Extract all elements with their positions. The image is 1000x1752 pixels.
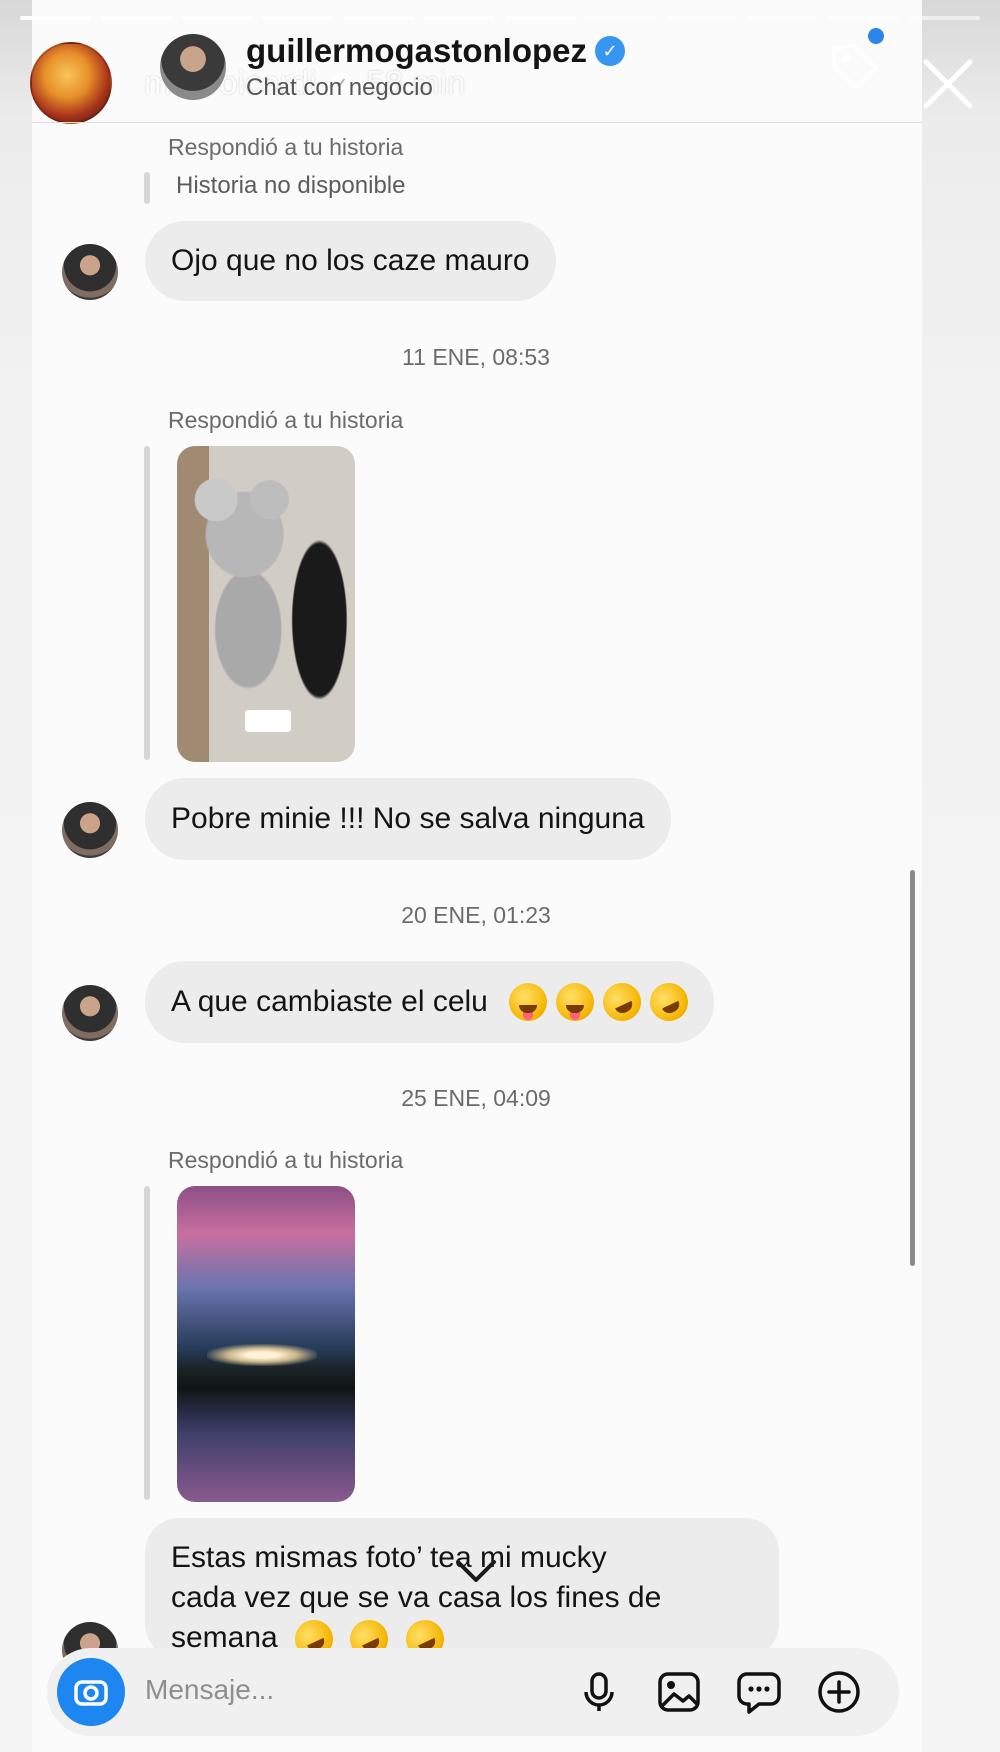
chevron-down-icon[interactable] xyxy=(452,1554,500,1588)
story-avatar[interactable] xyxy=(30,42,112,124)
chat-header[interactable]: guillermogastonlopez ✓ xyxy=(246,32,626,70)
message-bubble[interactable]: Pobre minie !!! No se salva ninguna xyxy=(145,778,671,860)
message-text: Ojo que no los caze mauro xyxy=(171,244,530,277)
reply-bar xyxy=(144,172,150,204)
progress-segment xyxy=(20,16,91,20)
timestamp: 11 ENE, 08:53 xyxy=(402,344,550,370)
progress-segment xyxy=(343,16,415,20)
rolling-laughing-emoji xyxy=(596,976,648,1028)
story-thumbnail[interactable] xyxy=(177,1186,355,1502)
story-thumbnail[interactable] xyxy=(177,446,355,762)
avatar[interactable] xyxy=(62,802,118,858)
timestamp: 20 ENE, 01:23 xyxy=(401,902,551,928)
story-unavailable: Historia no disponible xyxy=(176,172,406,199)
message-bubble[interactable]: Ojo que no los caze mauro xyxy=(145,221,556,301)
progress-segment xyxy=(828,16,900,20)
chat-avatar[interactable] xyxy=(160,34,226,100)
chat-bubble-icon[interactable] xyxy=(735,1668,783,1716)
squinting-tongue-emoji xyxy=(508,983,547,1021)
message-text: A que cambiaste el celu xyxy=(171,985,488,1018)
camera-icon xyxy=(74,1680,108,1706)
avatar[interactable] xyxy=(62,985,118,1041)
chat-name: guillermogastonlopez xyxy=(246,32,588,69)
reply-label: Respondió a tu historia xyxy=(168,134,404,160)
reply-bar xyxy=(144,446,150,760)
avatar[interactable] xyxy=(62,244,118,300)
thumbnail-caption xyxy=(245,710,291,732)
screen: mauroicardi ✓ 58 min guillermogastonlope… xyxy=(0,0,1000,1752)
gallery-icon[interactable] xyxy=(655,1668,703,1716)
reply-label: Respondió a tu historia xyxy=(168,1147,404,1173)
squinting-tongue-emoji xyxy=(555,983,594,1021)
timestamp: 25 ENE, 04:09 xyxy=(401,1085,551,1111)
scrollbar[interactable] xyxy=(910,870,915,1266)
close-icon[interactable] xyxy=(918,54,978,114)
progress-segment xyxy=(666,16,738,20)
reply-label: Respondió a tu historia xyxy=(168,407,404,433)
verified-icon: ✓ xyxy=(595,36,626,66)
reply-bar xyxy=(144,1186,150,1500)
message-bubble[interactable]: A que cambiaste el celu xyxy=(145,961,714,1043)
plus-circle-icon[interactable] xyxy=(815,1668,863,1716)
progress-segment xyxy=(504,16,576,20)
progress-segment xyxy=(100,16,172,20)
progress-segment xyxy=(262,16,334,20)
header-divider xyxy=(32,122,922,123)
message-composer[interactable]: Mensaje... xyxy=(47,1648,899,1736)
progress-segment xyxy=(424,16,495,20)
progress-segment xyxy=(909,16,980,20)
camera-button[interactable] xyxy=(57,1658,125,1726)
chat-subtitle: Chat con negocio xyxy=(246,74,433,101)
message-text: Pobre minie !!! No se salva ninguna xyxy=(171,802,645,835)
microphone-icon[interactable] xyxy=(575,1668,623,1716)
story-progress xyxy=(20,16,980,20)
progress-segment xyxy=(181,16,253,20)
tag-icon[interactable] xyxy=(826,38,882,94)
progress-segment xyxy=(585,16,657,20)
rolling-laughing-emoji xyxy=(643,976,695,1028)
message-input[interactable]: Mensaje... xyxy=(145,1674,274,1706)
message-bubble[interactable]: Estas mismas foto’ tea mi mucky cada vez… xyxy=(145,1518,779,1665)
progress-segment xyxy=(747,16,819,20)
notification-dot xyxy=(868,28,884,44)
